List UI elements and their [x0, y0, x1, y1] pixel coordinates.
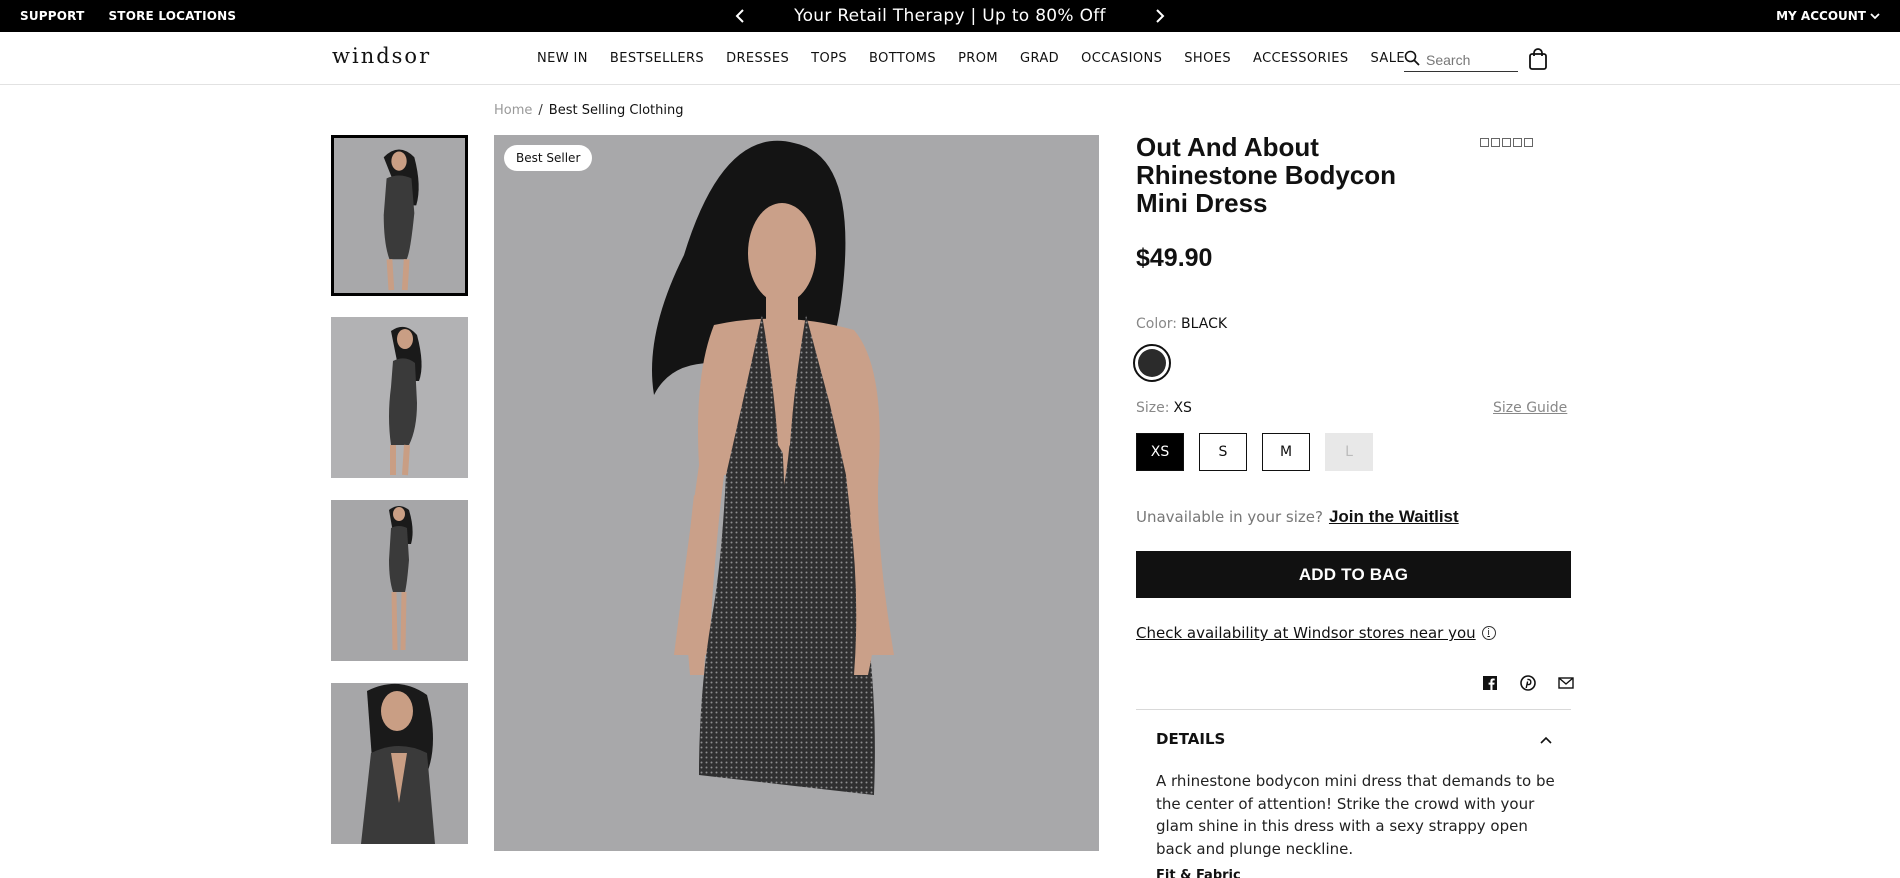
chevron-left-icon[interactable]	[730, 6, 750, 26]
details-accordion-header[interactable]: DETAILS	[1156, 730, 1552, 748]
breadcrumb-current[interactable]: Best Selling Clothing	[549, 103, 684, 118]
add-to-bag-button[interactable]: ADD TO BAG	[1136, 551, 1571, 598]
my-account-label: MY ACCOUNT	[1776, 9, 1866, 23]
breadcrumb-separator: /	[538, 103, 543, 118]
thumbnail-full-length[interactable]	[331, 500, 468, 661]
breadcrumb: Home / Best Selling Clothing	[494, 103, 684, 118]
pinterest-icon[interactable]	[1516, 674, 1540, 692]
size-value: XS	[1173, 400, 1192, 416]
size-options: XS S M L	[1136, 433, 1373, 471]
support-link[interactable]: SUPPORT	[20, 9, 84, 23]
promo-text[interactable]: Your Retail Therapy | Up to 80% Off	[794, 6, 1106, 26]
chevron-up-icon	[1540, 730, 1552, 748]
color-label: Color:	[1136, 316, 1178, 332]
main-nav: NEW IN BESTSELLERS DRESSES TOPS BOTTOMS …	[537, 32, 1405, 85]
size-selector-label: Size: XS	[1136, 400, 1192, 416]
product-price: $49.90	[1136, 244, 1213, 272]
color-swatch-black[interactable]	[1133, 344, 1171, 382]
details-description: A rhinestone bodycon mini dress that dem…	[1156, 772, 1555, 858]
info-icon[interactable]: i	[1481, 626, 1496, 640]
star-icon	[1502, 138, 1511, 147]
my-account-menu[interactable]: MY ACCOUNT	[1776, 0, 1880, 32]
facebook-icon[interactable]	[1478, 674, 1502, 692]
fit-fabric-accordion-header[interactable]: Fit & Fabric	[1156, 868, 1241, 878]
best-seller-badge: Best Seller	[504, 145, 593, 171]
nav-bestsellers[interactable]: BESTSELLERS	[610, 51, 704, 66]
star-icon	[1480, 138, 1489, 147]
main-product-image[interactable]: Best Seller	[494, 135, 1099, 851]
nav-bottoms[interactable]: BOTTOMS	[869, 51, 936, 66]
color-selector-label: Color: BLACK	[1136, 316, 1227, 332]
waitlist-row: Unavailable in your size? Join the Waitl…	[1136, 507, 1459, 527]
nav-prom[interactable]: PROM	[958, 51, 998, 66]
utility-links: SUPPORT STORE LOCATIONS	[20, 0, 236, 32]
details-heading: DETAILS	[1156, 730, 1226, 748]
nav-tops[interactable]: TOPS	[811, 51, 847, 66]
shopping-bag-icon[interactable]	[1528, 48, 1548, 70]
swatch-fill	[1138, 349, 1166, 377]
size-label: Size:	[1136, 400, 1170, 416]
star-icon	[1491, 138, 1500, 147]
size-option-xs[interactable]: XS	[1136, 433, 1184, 471]
size-option-s[interactable]: S	[1199, 433, 1247, 471]
nav-sale[interactable]: SALE	[1371, 51, 1405, 66]
check-availability-link[interactable]: Check availability at Windsor stores nea…	[1136, 624, 1496, 642]
nav-new-in[interactable]: NEW IN	[537, 51, 588, 66]
section-divider	[1136, 709, 1571, 710]
email-icon[interactable]	[1554, 674, 1578, 692]
chevron-down-icon	[1870, 9, 1880, 23]
windsor-logo[interactable]: windsor	[332, 44, 431, 68]
share-icons	[1478, 674, 1578, 692]
search-box	[1404, 48, 1518, 72]
nav-dresses[interactable]: DRESSES	[726, 51, 789, 66]
search-icon[interactable]	[1404, 50, 1420, 70]
join-waitlist-link[interactable]: Join the Waitlist	[1329, 507, 1459, 527]
color-value: BLACK	[1181, 316, 1228, 332]
product-title: Out And About Rhinestone Bodycon Mini Dr…	[1136, 132, 1397, 218]
rating-stars[interactable]	[1480, 138, 1533, 147]
store-locations-link[interactable]: STORE LOCATIONS	[108, 9, 236, 23]
size-option-m[interactable]: M	[1262, 433, 1310, 471]
thumbnail-closeup[interactable]	[331, 683, 468, 844]
thumbnail-front[interactable]	[331, 135, 468, 296]
promo-carousel: Your Retail Therapy | Up to 80% Off	[730, 0, 1170, 32]
nav-occasions[interactable]: OCCASIONS	[1081, 51, 1162, 66]
chevron-right-icon[interactable]	[1150, 6, 1170, 26]
announcement-bar: SUPPORT STORE LOCATIONS Your Retail Ther…	[0, 0, 1900, 32]
nav-accessories[interactable]: ACCESSORIES	[1253, 51, 1349, 66]
size-guide-link[interactable]: Size Guide	[1493, 400, 1567, 416]
breadcrumb-home[interactable]: Home	[494, 103, 532, 118]
thumbnail-side[interactable]	[331, 317, 468, 478]
star-icon	[1513, 138, 1522, 147]
availability-text: Check availability at Windsor stores nea…	[1136, 624, 1476, 642]
search-input[interactable]	[1426, 51, 1516, 68]
site-header: windsor NEW IN BESTSELLERS DRESSES TOPS …	[0, 32, 1900, 85]
star-icon	[1524, 138, 1533, 147]
size-option-l[interactable]: L	[1325, 433, 1373, 471]
nav-shoes[interactable]: SHOES	[1184, 51, 1231, 66]
nav-grad[interactable]: GRAD	[1020, 51, 1059, 66]
waitlist-question: Unavailable in your size?	[1136, 508, 1323, 526]
